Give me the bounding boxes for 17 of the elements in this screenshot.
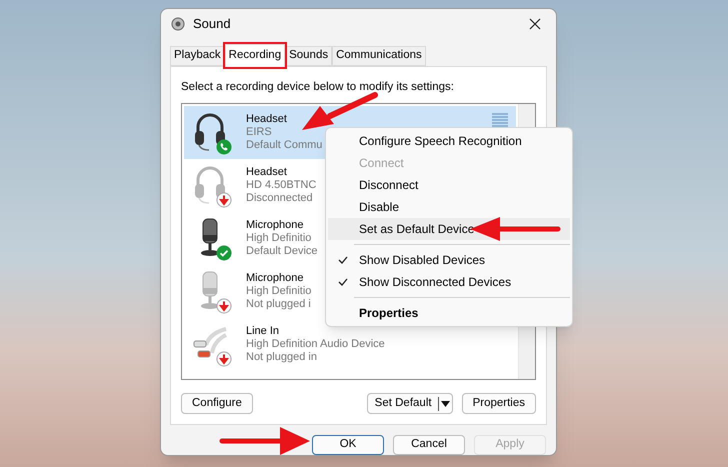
device-name: Headset — [246, 113, 288, 126]
device-status: Default Commu — [246, 139, 322, 152]
device-status: Default Device — [246, 245, 318, 258]
device-name: Microphone — [246, 219, 304, 232]
device-status: Not plugged in — [246, 351, 318, 364]
device-description: High Definitio — [246, 232, 312, 246]
device-description: High Definition Audio Device — [246, 338, 385, 352]
device-description: High Definitio — [246, 285, 312, 298]
device-status: Disconnected — [246, 192, 314, 206]
device-name: Headset — [246, 166, 288, 180]
device-description: HD 4.50BTNC — [246, 179, 316, 192]
instruction-text: Select a recording device below to modify its settings: — [181, 80, 455, 95]
device-description: EIRS — [246, 126, 273, 140]
device-name: Microphone — [246, 272, 304, 286]
device-name: Line In — [246, 325, 280, 338]
device-status: Not plugged i — [246, 298, 312, 312]
window-title: Sound — [193, 15, 231, 34]
